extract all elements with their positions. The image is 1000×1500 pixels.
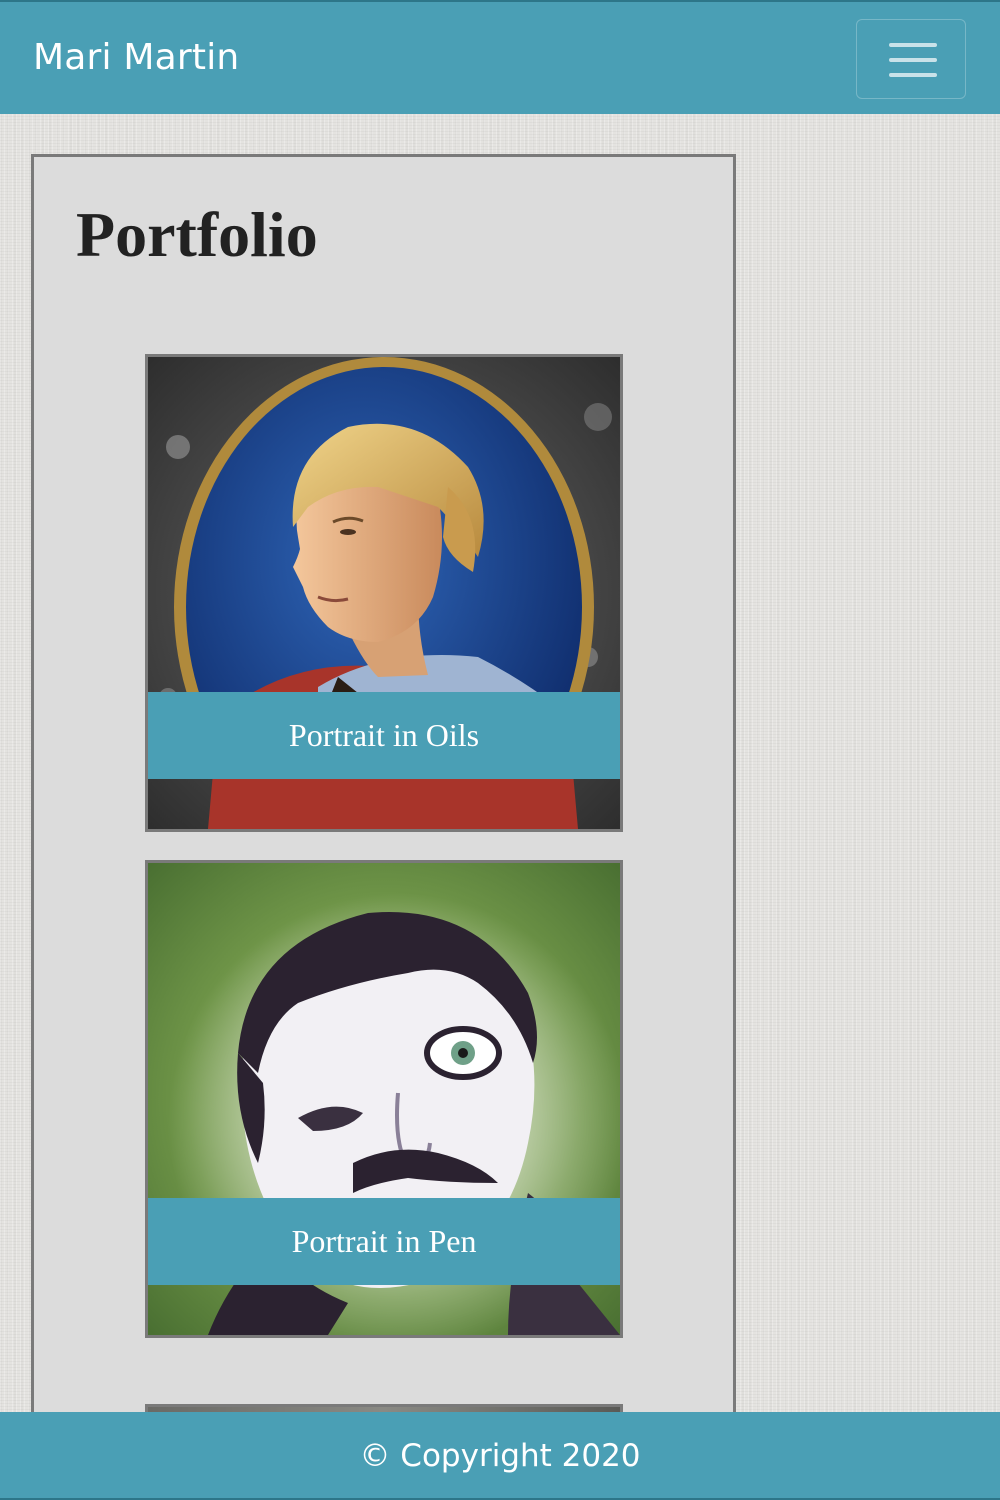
card-caption: Portrait in Pen xyxy=(148,1198,620,1285)
page-title: Portfolio xyxy=(76,199,318,270)
portfolio-panel: Portfolio Portrait in Oils Portrait in P… xyxy=(31,154,736,1484)
navbar: Mari Martin xyxy=(0,0,1000,114)
card-caption: Portrait in Oils xyxy=(148,692,620,779)
menu-toggle-button[interactable] xyxy=(856,19,966,99)
brand-link[interactable]: Mari Martin xyxy=(33,36,239,80)
portfolio-card-pen[interactable]: Portrait in Pen xyxy=(145,860,623,1338)
footer: © Copyright 2020 xyxy=(0,1412,1000,1500)
copyright-text: © Copyright 2020 xyxy=(359,1438,641,1474)
portfolio-card-oils[interactable]: Portrait in Oils xyxy=(145,354,623,832)
